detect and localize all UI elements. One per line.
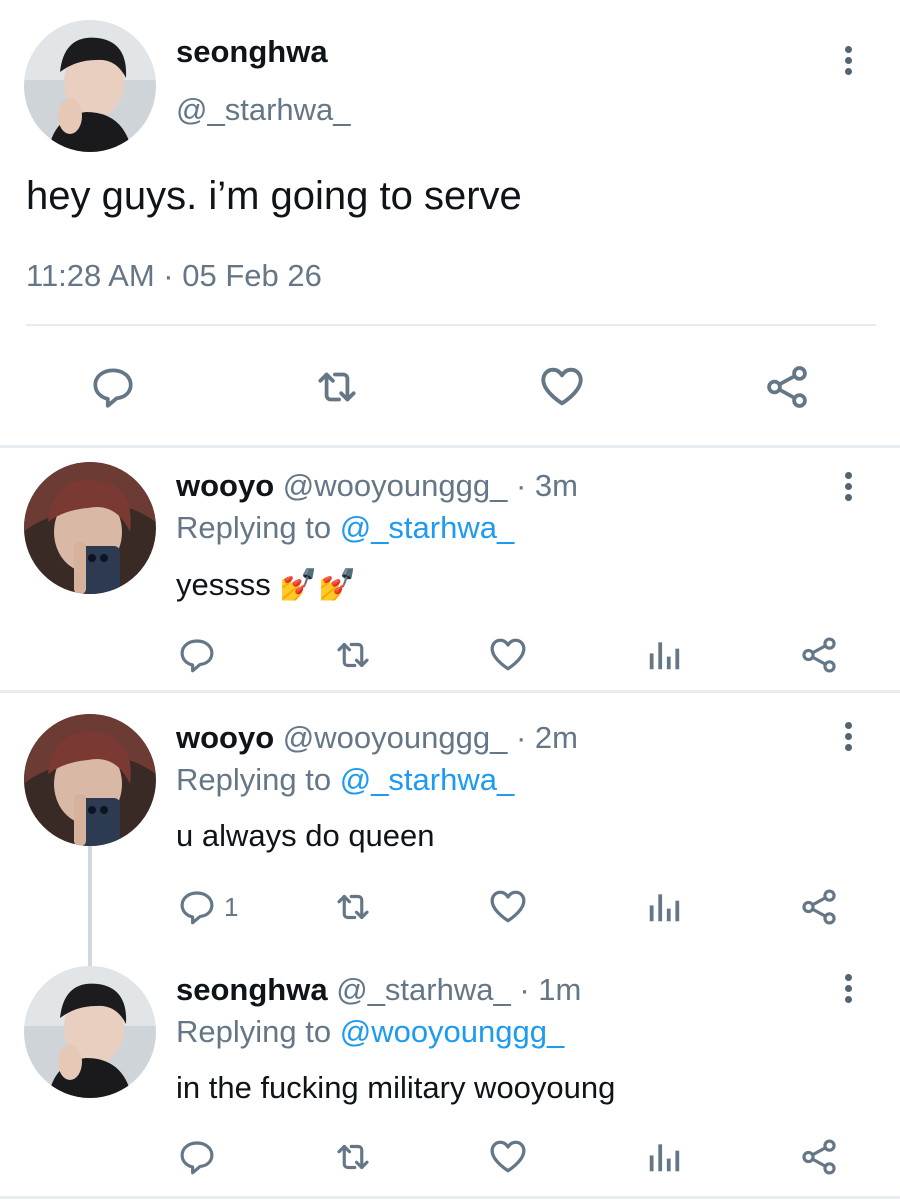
like-icon[interactable]	[486, 884, 530, 933]
avatar[interactable]	[24, 20, 156, 152]
tweet-divider	[0, 1196, 900, 1199]
more-options-icon[interactable]	[838, 718, 858, 758]
share-icon[interactable]	[798, 634, 840, 681]
reply-icon[interactable]	[176, 1136, 218, 1183]
replying-to-label: Replying to	[176, 762, 340, 797]
avatar[interactable]	[24, 966, 156, 1098]
reply-icon[interactable]	[88, 362, 138, 417]
tweet-divider	[0, 690, 900, 693]
reply-icon[interactable]	[176, 634, 218, 681]
reply-header: wooyo @wooyounggg_ · 2m	[176, 720, 578, 756]
time-ago[interactable]: · 3m	[507, 468, 578, 503]
replying-to: Replying to @wooyounggg_	[176, 1014, 564, 1050]
share-icon[interactable]	[798, 1136, 840, 1183]
share-icon[interactable]	[762, 362, 812, 417]
avatar[interactable]	[24, 462, 156, 594]
avatar[interactable]	[24, 714, 156, 846]
thread-line	[88, 846, 92, 970]
tweet-text: hey guys. i’m going to serve	[26, 174, 522, 218]
replying-to-handle[interactable]: @wooyounggg_	[340, 1014, 565, 1049]
display-name[interactable]: wooyo	[176, 720, 274, 755]
more-options-icon[interactable]	[838, 42, 858, 82]
display-name[interactable]: wooyo	[176, 468, 274, 503]
time-ago[interactable]: · 2m	[507, 720, 578, 755]
more-options-icon[interactable]	[838, 468, 858, 508]
handle[interactable]: @_starhwa_	[176, 92, 351, 128]
tweet-text: in the fucking military wooyoung	[176, 1070, 616, 1105]
more-options-icon[interactable]	[838, 970, 858, 1010]
replying-to-handle[interactable]: @_starhwa_	[340, 762, 515, 797]
retweet-icon[interactable]	[330, 1136, 376, 1183]
analytics-icon[interactable]	[644, 888, 684, 931]
display-name[interactable]: seonghwa	[176, 34, 328, 70]
retweet-icon[interactable]	[330, 634, 376, 681]
replying-to: Replying to @_starhwa_	[176, 510, 514, 546]
handle[interactable]: @_starhwa_	[336, 972, 511, 1007]
like-icon[interactable]	[486, 1134, 530, 1183]
tweet-text: yessss 💅💅	[176, 567, 357, 602]
like-icon[interactable]	[536, 360, 588, 417]
reply-count: 1	[224, 892, 239, 922]
retweet-icon[interactable]	[330, 886, 376, 933]
reply-header: wooyo @wooyounggg_ · 3m	[176, 468, 578, 504]
reply-icon[interactable]	[176, 886, 218, 933]
replying-to-label: Replying to	[176, 1014, 340, 1049]
retweet-icon[interactable]	[310, 362, 364, 417]
time-ago[interactable]: · 1m	[511, 972, 581, 1007]
like-icon[interactable]	[486, 632, 530, 681]
replying-to-handle[interactable]: @_starhwa_	[340, 510, 515, 545]
analytics-icon[interactable]	[644, 636, 684, 679]
share-icon[interactable]	[798, 886, 840, 933]
reply-header: seonghwa @_starhwa_ · 1m	[176, 972, 581, 1008]
handle[interactable]: @wooyounggg_	[283, 468, 508, 503]
replying-to-label: Replying to	[176, 510, 340, 545]
replying-to: Replying to @_starhwa_	[176, 762, 514, 798]
action-divider	[26, 324, 876, 326]
tweet-text: u always do queen	[176, 818, 435, 853]
tweet-divider	[0, 445, 900, 448]
display-name[interactable]: seonghwa	[176, 972, 328, 1007]
timestamp[interactable]: 11:28 AM · 05 Feb 26	[26, 258, 322, 294]
analytics-icon[interactable]	[644, 1138, 684, 1181]
handle[interactable]: @wooyounggg_	[283, 720, 508, 755]
